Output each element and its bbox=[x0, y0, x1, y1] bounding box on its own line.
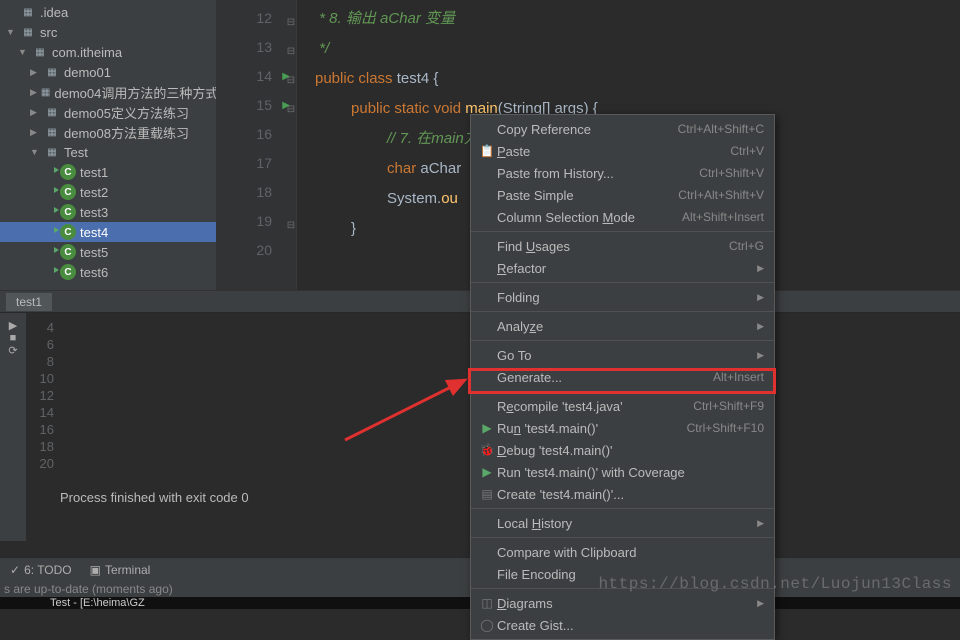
tree-item-folder[interactable]: ▶▦demo05定义方法练习 bbox=[0, 102, 216, 122]
editor-context-menu[interactable]: Copy ReferenceCtrl+Alt+Shift+C 📋PasteCtr… bbox=[470, 114, 775, 640]
menu-analyze[interactable]: Analyze▶ bbox=[471, 315, 774, 337]
menu-paste[interactable]: 📋PasteCtrl+V bbox=[471, 140, 774, 162]
menu-find-usages[interactable]: Find UsagesCtrl+G bbox=[471, 235, 774, 257]
config-icon: ▤ bbox=[477, 487, 497, 501]
github-icon: ◯ bbox=[477, 618, 497, 632]
menu-run[interactable]: ▶Run 'test4.main()'Ctrl+Shift+F10 bbox=[471, 417, 774, 439]
menu-create-gist[interactable]: ◯Create Gist... bbox=[471, 614, 774, 636]
menu-paste-history[interactable]: Paste from History...Ctrl+Shift+V bbox=[471, 162, 774, 184]
terminal-tab[interactable]: ▣ Terminal bbox=[90, 563, 151, 577]
fold-icon[interactable]: ⊟ bbox=[285, 8, 297, 37]
tree-item-class[interactable]: test3 bbox=[0, 202, 216, 222]
tree-item-class[interactable]: test5 bbox=[0, 242, 216, 262]
menu-compare-clipboard[interactable]: Compare with Clipboard bbox=[471, 541, 774, 563]
menu-run-coverage[interactable]: ▶Run 'test4.main()' with Coverage bbox=[471, 461, 774, 483]
menu-diagrams[interactable]: ◫Diagrams▶ bbox=[471, 592, 774, 614]
tree-item-class[interactable]: test6 bbox=[0, 262, 216, 282]
menu-refactor[interactable]: Refactor▶ bbox=[471, 257, 774, 279]
fold-icon[interactable]: ⊟ bbox=[285, 95, 297, 124]
run-toolbar[interactable]: ▶■⟳ bbox=[0, 313, 26, 541]
menu-goto[interactable]: Go To▶ bbox=[471, 344, 774, 366]
tree-item-class[interactable]: test2 bbox=[0, 182, 216, 202]
tree-item-class[interactable]: test1 bbox=[0, 162, 216, 182]
todo-tab[interactable]: ✓ 6: TODO bbox=[10, 563, 72, 577]
tree-item-folder[interactable]: ▶▦demo08方法重载练习 bbox=[0, 122, 216, 142]
run-icon: ▶ bbox=[477, 421, 497, 435]
fold-icon[interactable]: ⊟ bbox=[285, 211, 297, 240]
tree-item-folder[interactable]: ▶▦demo01 bbox=[0, 62, 216, 82]
tree-item-package[interactable]: ▼▦com.itheima bbox=[0, 42, 216, 62]
menu-paste-simple[interactable]: Paste SimpleCtrl+Alt+Shift+V bbox=[471, 184, 774, 206]
fold-icon[interactable]: ⊟ bbox=[285, 37, 297, 66]
diagram-icon: ◫ bbox=[477, 596, 497, 610]
editor-gutter: 121314151617181920 ▶ ▶ ⊟ ⊟ ⊟ ⊟ ⊟ bbox=[217, 0, 297, 290]
menu-debug[interactable]: 🐞Debug 'test4.main()' bbox=[471, 439, 774, 461]
debug-icon: 🐞 bbox=[477, 443, 497, 457]
tree-item-folder[interactable]: ▶▦demo04调用方法的三种方式 bbox=[0, 82, 216, 102]
menu-copy-reference[interactable]: Copy ReferenceCtrl+Alt+Shift+C bbox=[471, 118, 774, 140]
fold-icon[interactable]: ⊟ bbox=[285, 66, 297, 95]
tree-item-class-selected[interactable]: test4 bbox=[0, 222, 216, 242]
tree-item-src[interactable]: ▼▦src bbox=[0, 22, 216, 42]
menu-folding[interactable]: Folding▶ bbox=[471, 286, 774, 308]
menu-create-run-config[interactable]: ▤Create 'test4.main()'... bbox=[471, 483, 774, 505]
project-tree[interactable]: ▦.idea ▼▦src ▼▦com.itheima ▶▦demo01 ▶▦de… bbox=[0, 0, 217, 290]
run-tab[interactable]: test1 bbox=[6, 293, 52, 311]
paste-icon: 📋 bbox=[477, 144, 497, 158]
menu-generate[interactable]: Generate...Alt+Insert bbox=[471, 366, 774, 388]
menu-recompile[interactable]: Recompile 'test4.java'Ctrl+Shift+F9 bbox=[471, 395, 774, 417]
coverage-icon: ▶ bbox=[477, 465, 497, 479]
menu-local-history[interactable]: Local History▶ bbox=[471, 512, 774, 534]
tree-item-test-folder[interactable]: ▼▦Test bbox=[0, 142, 216, 162]
tree-item-idea[interactable]: ▦.idea bbox=[0, 2, 216, 22]
run-output-gutter: 468101214161820 bbox=[30, 319, 60, 541]
menu-column-selection[interactable]: Column Selection ModeAlt+Shift+Insert bbox=[471, 206, 774, 228]
watermark: https://blog.csdn.net/Luojun13Class bbox=[598, 575, 952, 593]
